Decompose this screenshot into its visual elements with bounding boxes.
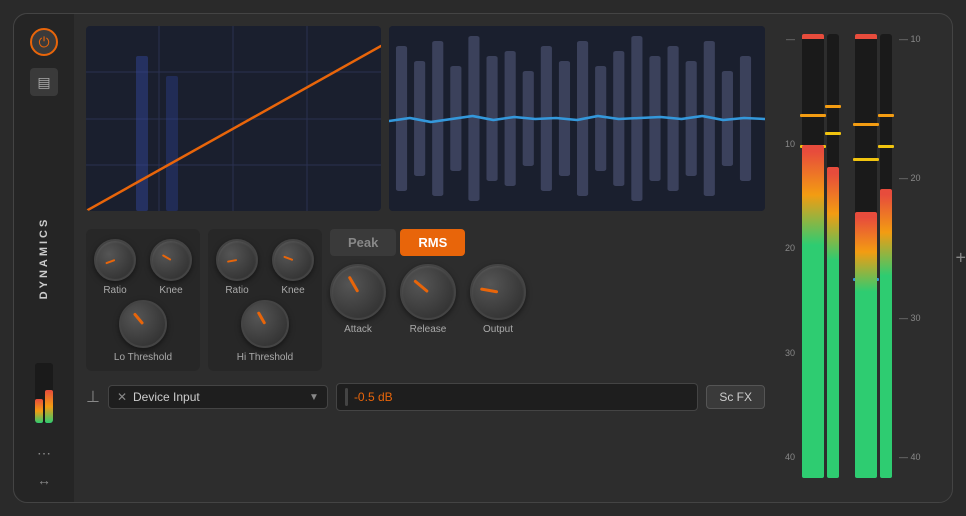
- device-icon: ⊥: [86, 387, 100, 407]
- attack-knob[interactable]: [330, 264, 386, 320]
- release-knob[interactable]: [400, 264, 456, 320]
- db-value: -0.5 dB: [354, 390, 393, 404]
- hi-threshold-knob[interactable]: [241, 300, 289, 348]
- hi-group: Ratio Knee Hi Threshold: [208, 229, 322, 371]
- hi-threshold-col: Hi Threshold: [237, 300, 294, 363]
- waveform-display: [389, 26, 765, 211]
- release-col: Release: [400, 264, 456, 335]
- lo-threshold-knob[interactable]: [119, 300, 167, 348]
- right-controls: Peak RMS Attack Release: [330, 229, 765, 335]
- hi-ratio-knob[interactable]: [216, 239, 258, 281]
- meter-label-top: —: [785, 34, 795, 44]
- lo-knee-label: Knee: [159, 285, 182, 296]
- arrow-icon[interactable]: ↔: [37, 472, 51, 488]
- hi-knee-knob[interactable]: [272, 239, 314, 281]
- dynamics-graph: [86, 26, 381, 211]
- lo-ratio-label: Ratio: [103, 285, 126, 296]
- device-select[interactable]: ✕ Device Input ▼: [108, 385, 328, 409]
- lo-ratio-knob[interactable]: [94, 239, 136, 281]
- meter-label-40: 40: [785, 452, 795, 462]
- mini-meter: [35, 363, 53, 423]
- lo-knee-knob[interactable]: [150, 239, 192, 281]
- meter-r-label-40: — 40: [899, 452, 921, 462]
- meter-r-label-20: — 20: [899, 173, 921, 183]
- lo-threshold-col: Lo Threshold: [114, 300, 172, 363]
- mode-buttons: Peak RMS: [330, 229, 765, 256]
- rms-button[interactable]: RMS: [400, 229, 465, 256]
- output-col: Output: [470, 264, 526, 335]
- hi-knee-label: Knee: [281, 285, 304, 296]
- db-bar-indicator: [345, 388, 348, 406]
- attack-col: Attack: [330, 264, 386, 335]
- right-meter-section: — 10 20 30 40: [777, 14, 952, 502]
- meter-r-label-top: — 10: [899, 34, 921, 44]
- lo-knee-col: Knee: [150, 239, 192, 296]
- peak-button[interactable]: Peak: [330, 229, 396, 256]
- left-sidebar: ⏻ ▤ DYNAMICS ⋯ ↔: [14, 14, 74, 502]
- hi-ratio-col: Ratio: [216, 239, 258, 296]
- dots-icon[interactable]: ⋯: [37, 445, 51, 462]
- meter-r-label-30: — 30: [899, 313, 921, 323]
- device-x-icon: ✕: [117, 390, 127, 404]
- release-label: Release: [410, 324, 447, 335]
- power-button[interactable]: ⏻: [30, 28, 58, 56]
- hi-threshold-label: Hi Threshold: [237, 352, 294, 363]
- sc-fx-button[interactable]: Sc FX: [706, 385, 765, 409]
- meter-label-20: 20: [785, 243, 795, 253]
- controls-wrapper: Ratio Knee Lo Threshold: [86, 229, 765, 371]
- top-section: [86, 26, 765, 221]
- dynamics-label: DYNAMICS: [38, 217, 50, 300]
- bottom-bar: ⊥ ✕ Device Input ▼ -0.5 dB Sc FX: [86, 379, 765, 415]
- ard-row: Attack Release Output: [330, 264, 765, 335]
- attack-label: Attack: [344, 324, 372, 335]
- hi-knee-col: Knee: [272, 239, 314, 296]
- db-display: -0.5 dB: [336, 383, 698, 411]
- right-plus-button[interactable]: +: [955, 248, 966, 269]
- device-name: Device Input: [133, 390, 303, 404]
- meter-label-30: 30: [785, 348, 795, 358]
- lo-ratio-col: Ratio: [94, 239, 136, 296]
- lo-group: Ratio Knee Lo Threshold: [86, 229, 200, 371]
- output-knob[interactable]: [470, 264, 526, 320]
- device-dropdown-icon: ▼: [309, 392, 319, 403]
- lo-threshold-label: Lo Threshold: [114, 352, 172, 363]
- main-content: Ratio Knee Lo Threshold: [74, 14, 777, 502]
- folder-button[interactable]: ▤: [30, 68, 58, 96]
- meter-label-10: 10: [785, 139, 795, 149]
- hi-ratio-label: Ratio: [225, 285, 248, 296]
- output-label: Output: [483, 324, 513, 335]
